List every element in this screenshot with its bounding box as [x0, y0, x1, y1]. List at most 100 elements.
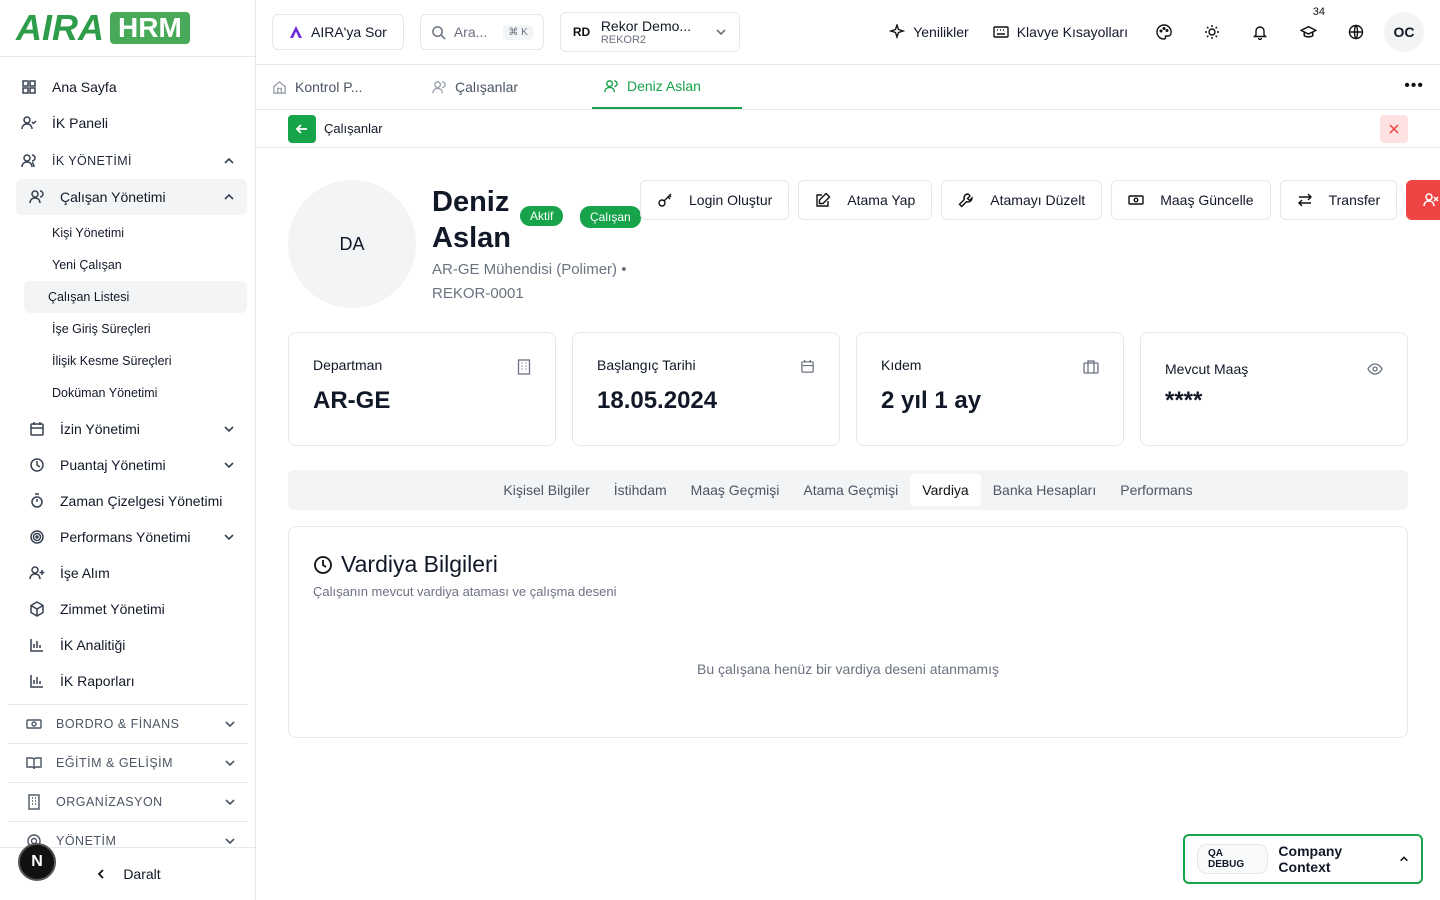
sidebar-subitem-label: Yeni Çalışan [52, 258, 122, 272]
sidebar-item-analytics[interactable]: İK Analitiği [16, 627, 247, 663]
assign-button[interactable]: Atama Yap [798, 180, 933, 220]
clock-icon [313, 555, 333, 575]
search-placeholder: Ara... [453, 24, 488, 40]
sidebar-subitem-documents[interactable]: Doküman Yönetimi [16, 377, 247, 409]
company-avatar: RD [572, 25, 591, 39]
chevron-down-icon [224, 835, 236, 847]
tab-performance[interactable]: Performans [1108, 474, 1204, 506]
sidebar-item-home[interactable]: Ana Sayfa [8, 69, 247, 105]
sidebar-subitem-offboarding[interactable]: İlişik Kesme Süreçleri [16, 345, 247, 377]
arrow-left-icon [295, 122, 309, 136]
sidebar-group: Çalışan Yönetimi Kişi Yönetimi Yeni Çalı… [16, 179, 247, 699]
sidebar-category-training[interactable]: EĞİTİM & GELİŞİM [8, 743, 248, 782]
sidebar-subitem-new-employee[interactable]: Yeni Çalışan [16, 249, 247, 281]
search-input[interactable]: Ara... ⌘ K [419, 14, 544, 50]
debug-widget[interactable]: QA DEBUG Company Context [1183, 834, 1423, 884]
tab-employees[interactable]: Çalışanlar [432, 65, 592, 109]
tab-assignment-history[interactable]: Atama Geçmişi [791, 474, 910, 506]
ask-aira-button[interactable]: AIRA'ya Sor [272, 14, 404, 50]
summary-cards: Departman AR-GE Başlangıç Tarihi 18.05.2… [288, 332, 1408, 446]
logo[interactable]: AIRA HRM [0, 0, 255, 57]
company-switcher[interactable]: RD Rekor Demo... REKOR2 [559, 12, 740, 52]
debug-label: Company Context [1278, 843, 1343, 875]
dev-tools-badge[interactable]: N [18, 843, 56, 881]
whats-new-button[interactable]: Yenilikler [877, 14, 981, 50]
user-avatar[interactable]: OC [1384, 12, 1424, 52]
sidebar-item-timesheet[interactable]: Puantaj Yönetimi [16, 447, 247, 483]
banknote-icon [1128, 192, 1144, 208]
sidebar-item-recruitment[interactable]: İşe Alım [16, 555, 247, 591]
building-icon [26, 794, 42, 810]
notification-count: 34 [1312, 6, 1325, 18]
panel-title-text: Vardiya Bilgileri [341, 551, 498, 577]
sidebar-subitem-people[interactable]: Kişi Yönetimi [16, 217, 247, 249]
edit-assignment-button[interactable]: Atamayı Düzelt [941, 180, 1103, 220]
sidebar-category-label: BORDRO & FİNANS [56, 717, 180, 731]
chevron-down-icon [223, 459, 235, 471]
sidebar-subitem-label: Doküman Yönetimi [52, 386, 158, 400]
palette-icon [1156, 24, 1172, 40]
sidebar-item-assets[interactable]: Zimmet Yönetimi [16, 591, 247, 627]
sidebar-item-employee-management[interactable]: Çalışan Yönetimi [16, 179, 247, 215]
close-button[interactable] [1380, 115, 1408, 143]
sidebar-category-organization[interactable]: ORGANİZASYON [8, 782, 248, 821]
detail-tabs: Kişisel Bilgiler İstihdam Maaş Geçmişi A… [288, 470, 1408, 510]
update-salary-button[interactable]: Maaş Güncelle [1111, 180, 1271, 220]
keyboard-shortcuts-button[interactable]: Klavye Kısayolları [981, 14, 1140, 50]
edit-assignment-label: Atamayı Düzelt [990, 192, 1086, 208]
empty-state: Bu çalışana henüz bir vardiya deseni ata… [697, 661, 999, 677]
sun-icon [1204, 24, 1220, 40]
eye-icon[interactable] [1367, 363, 1383, 375]
logo-wordmark: AIRA [16, 7, 104, 48]
transfer-button[interactable]: Transfer [1279, 180, 1398, 220]
theme-palette-button[interactable] [1140, 14, 1188, 50]
sidebar-item-reports[interactable]: İK Raporları [16, 663, 247, 699]
tab-personal-info[interactable]: Kişisel Bilgiler [491, 474, 601, 506]
sidebar-item-label: İzin Yönetimi [60, 421, 140, 437]
sidebar-subitem-onboarding[interactable]: İşe Giriş Süreçleri [16, 313, 247, 345]
sidebar-category-payroll[interactable]: BORDRO & FİNANS [8, 704, 248, 743]
package-icon [28, 600, 46, 618]
clock-icon [28, 456, 46, 474]
sidebar-subitem-employee-list[interactable]: Çalışan Listesi [24, 281, 247, 313]
calendar-icon [800, 359, 815, 374]
terminate-button[interactable] [1406, 180, 1440, 220]
card-label: Başlangıç Tarihi [597, 357, 696, 373]
sidebar-item-time-schedule[interactable]: Zaman Çizelgesi Yönetimi [16, 483, 247, 519]
more-icon[interactable]: ••• [1404, 77, 1424, 95]
create-login-button[interactable]: Login Oluştur [640, 180, 790, 220]
sidebar: AIRA HRM Ana Sayfa İK Paneli İK YÖNETİMİ… [0, 0, 256, 900]
tab-shift[interactable]: Vardiya [910, 474, 981, 506]
light-mode-button[interactable] [1188, 14, 1236, 50]
sidebar-nav: Ana Sayfa İK Paneli İK YÖNETİMİ Çalışan … [0, 57, 255, 707]
training-button[interactable]: 34 [1284, 6, 1332, 50]
bell-icon [1252, 24, 1268, 40]
sidebar-item-leave[interactable]: İzin Yönetimi [16, 411, 247, 447]
chevron-down-icon [224, 757, 236, 769]
sidebar-section-hr[interactable]: İK YÖNETİMİ [8, 143, 247, 179]
close-icon [1388, 123, 1400, 135]
users-icon [432, 80, 447, 95]
card-label: Mevcut Maaş [1165, 361, 1249, 377]
action-bar: Login Oluştur Atama Yap Atamayı Düzelt M… [640, 180, 1440, 220]
tab-salary-history[interactable]: Maaş Geçmişi [679, 474, 792, 506]
stopwatch-icon [28, 492, 46, 510]
book-icon [26, 755, 42, 771]
tab-employee-profile[interactable]: Deniz Aslan [592, 65, 742, 109]
sidebar-category-label: ORGANİZASYON [56, 795, 163, 809]
sidebar-item-label: Puantaj Yönetimi [60, 457, 166, 473]
notifications-button[interactable] [1236, 14, 1284, 50]
card-salary: Mevcut Maaş **** [1140, 332, 1408, 446]
tab-employment[interactable]: İstihdam [602, 474, 679, 506]
tab-dashboard[interactable]: Kontrol P... [272, 65, 432, 109]
back-button[interactable] [288, 114, 316, 143]
tab-bank-accounts[interactable]: Banka Hesapları [981, 474, 1109, 506]
job-title-text: AR-GE Mühendisi (Polimer) • [432, 261, 627, 278]
sidebar-item-performance[interactable]: Performans Yönetimi [16, 519, 247, 555]
chevron-left-icon [95, 868, 107, 880]
sidebar-item-label: İK Paneli [52, 115, 109, 131]
sidebar-item-label: İK Analitiği [60, 637, 126, 653]
sidebar-item-hr-panel[interactable]: İK Paneli [8, 105, 247, 141]
language-button[interactable] [1332, 14, 1380, 50]
first-name: Deniz [432, 186, 510, 218]
